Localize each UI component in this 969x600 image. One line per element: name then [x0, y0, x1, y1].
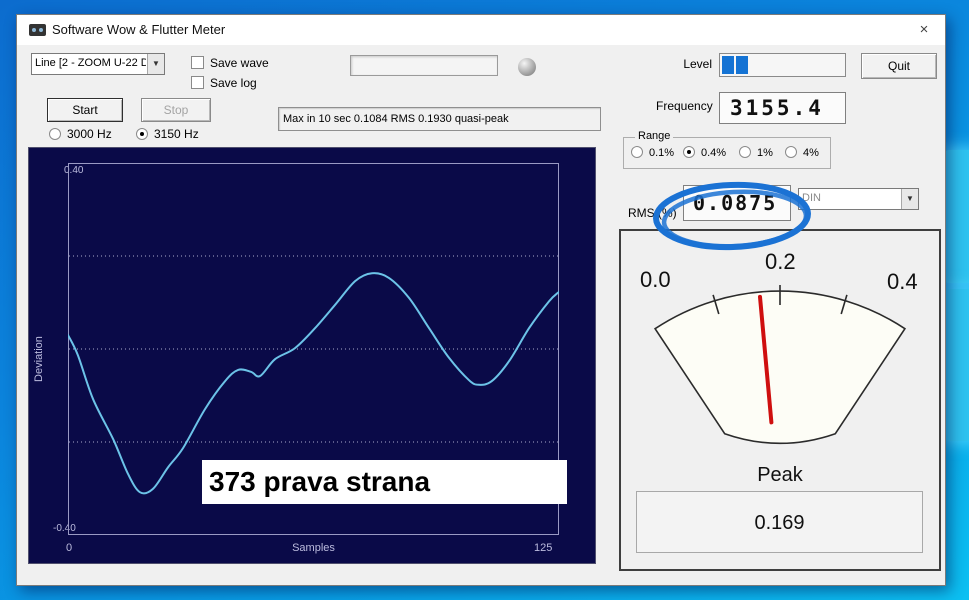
frequency-display: 3155.4 — [719, 92, 846, 124]
range-0.4-label: 0.4% — [701, 147, 726, 159]
rms-display: 0.0875 — [683, 185, 791, 221]
x-tick-right: 125 — [534, 542, 552, 554]
radio-circle[interactable] — [631, 146, 643, 158]
radio-circle[interactable] — [683, 146, 695, 158]
radio-range-1[interactable]: 1% — [739, 146, 773, 159]
frequency-label: Frequency — [656, 99, 713, 113]
save-log-label: Save log — [210, 76, 257, 90]
radio-3150hz[interactable]: 3150 Hz — [136, 127, 199, 141]
radio-range-0.4[interactable]: 0.4% — [683, 146, 726, 159]
cassette-app-icon — [29, 24, 46, 36]
audio-device-select[interactable]: Line [2 - ZOOM U-22 Di ▼ — [31, 53, 165, 75]
status-led-icon — [518, 58, 536, 76]
quit-button[interactable]: Quit — [861, 53, 937, 79]
level-segment — [722, 56, 734, 74]
radio-3000hz[interactable]: 3000 Hz — [49, 127, 112, 141]
chart-annotation: 373 prava strana — [202, 460, 567, 504]
radio-range-0.1[interactable]: 0.1% — [631, 146, 674, 159]
deviation-chart-panel: 0.40 -0.40 Deviation 0 Samples 125 373 p… — [28, 147, 596, 564]
range-1-label: 1% — [757, 147, 773, 159]
radio-range-4[interactable]: 4% — [785, 146, 819, 159]
chevron-down-icon[interactable]: ▼ — [147, 54, 164, 74]
checkbox-box[interactable] — [191, 56, 204, 69]
checkbox-box[interactable] — [191, 76, 204, 89]
analog-meter-panel: 0.0 0.2 0.4 Peak 0.169 — [619, 229, 941, 571]
start-button[interactable]: Start — [47, 98, 123, 122]
meter-gauge — [621, 231, 939, 463]
radio-3000hz-label: 3000 Hz — [67, 127, 112, 141]
level-progressbar — [719, 53, 846, 77]
peak-label: Peak — [621, 464, 939, 487]
radio-3150hz-label: 3150 Hz — [154, 127, 199, 141]
stop-button[interactable]: Stop — [141, 98, 211, 122]
save-wave-checkbox[interactable]: Save wave — [191, 56, 269, 70]
rms-label: RMS (%) — [628, 206, 677, 220]
close-button[interactable]: × — [907, 17, 941, 43]
radio-circle[interactable] — [136, 128, 148, 140]
desktop-glow-rect — [944, 289, 969, 441]
comment-input[interactable] — [350, 55, 498, 76]
range-group-label: Range — [635, 130, 673, 142]
weighting-value: DIN — [802, 192, 900, 204]
peak-value-display: 0.169 — [636, 491, 923, 553]
y-axis-label: Deviation — [33, 319, 45, 399]
radio-circle[interactable] — [739, 146, 751, 158]
x-axis-label: Samples — [68, 542, 559, 554]
level-label: Level — [657, 57, 712, 71]
weighting-select[interactable]: DIN ▼ — [798, 188, 919, 210]
window-title: Software Wow & Flutter Meter — [52, 22, 225, 37]
save-wave-label: Save wave — [210, 56, 269, 70]
range-0.1-label: 0.1% — [649, 147, 674, 159]
desktop-background: Software Wow & Flutter Meter × Line [2 -… — [0, 0, 969, 600]
save-log-checkbox[interactable]: Save log — [191, 76, 257, 90]
level-segment — [736, 56, 748, 74]
radio-circle[interactable] — [785, 146, 797, 158]
radio-circle[interactable] — [49, 128, 61, 140]
chevron-down-icon[interactable]: ▼ — [901, 189, 918, 209]
app-window: Software Wow & Flutter Meter × Line [2 -… — [16, 14, 946, 586]
titlebar[interactable]: Software Wow & Flutter Meter × — [17, 15, 945, 45]
range-4-label: 4% — [803, 147, 819, 159]
audio-device-value: Line [2 - ZOOM U-22 Di — [35, 57, 146, 69]
desktop-glow-rect — [944, 150, 969, 283]
status-message: Max in 10 sec 0.1084 RMS 0.1930 quasi-pe… — [278, 107, 601, 131]
